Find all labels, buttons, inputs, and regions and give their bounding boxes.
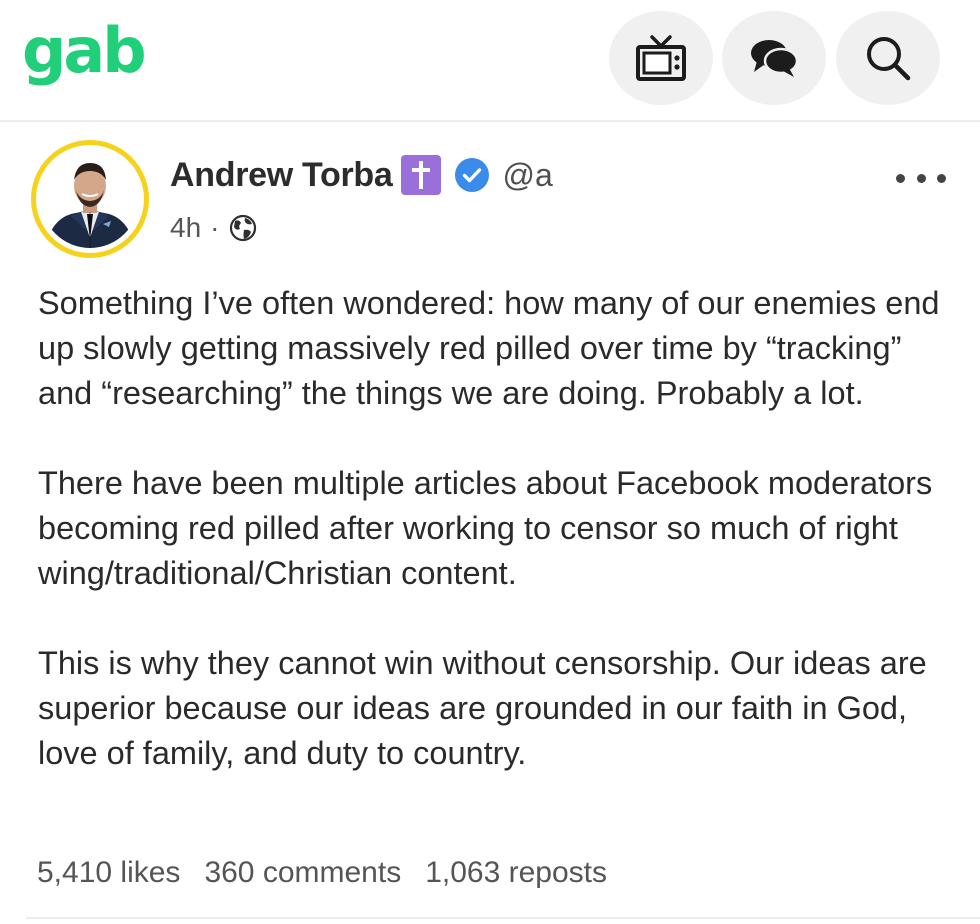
post-stats: 5,410 likes 360 comments 1,063 reposts [37, 856, 631, 890]
post-body: Something I’ve often wondered: how many … [38, 281, 958, 821]
search-button[interactable] [836, 11, 940, 105]
tv-button[interactable] [609, 11, 713, 105]
search-icon [867, 37, 911, 81]
globe-icon [230, 214, 257, 242]
meta-separator: · [210, 212, 220, 243]
post-time[interactable]: 4h [170, 212, 201, 244]
top-bar: gab [0, 0, 980, 122]
author-name[interactable]: Andrew Torba [170, 156, 393, 195]
likes-count[interactable]: 5,410 likes [37, 856, 180, 890]
divider [26, 917, 980, 919]
reposts-count[interactable]: 1,063 reposts [425, 856, 607, 890]
messages-button[interactable] [722, 11, 826, 105]
post-paragraph: There have been multiple articles about … [38, 465, 933, 591]
more-options-button[interactable] [896, 168, 946, 188]
post-card: Andrew Torba @a 4h · Something I’ve ofte… [0, 124, 980, 924]
chat-icon [751, 40, 799, 77]
tv-icon [636, 35, 686, 81]
post-paragraph: This is why they cannot win without cens… [38, 645, 927, 771]
author-row: Andrew Torba @a [170, 154, 553, 196]
cross-badge-icon [401, 155, 442, 195]
post-meta: 4h · [170, 210, 258, 246]
post-paragraph: Something I’ve often wondered: how many … [38, 285, 940, 411]
comments-count[interactable]: 360 comments [204, 856, 401, 890]
author-avatar[interactable] [31, 140, 149, 258]
avatar-photo [41, 150, 139, 248]
more-icon [896, 173, 905, 183]
gab-logo[interactable]: gab [22, 14, 147, 87]
verified-badge-icon [455, 158, 490, 192]
author-handle[interactable]: @a [502, 157, 552, 194]
